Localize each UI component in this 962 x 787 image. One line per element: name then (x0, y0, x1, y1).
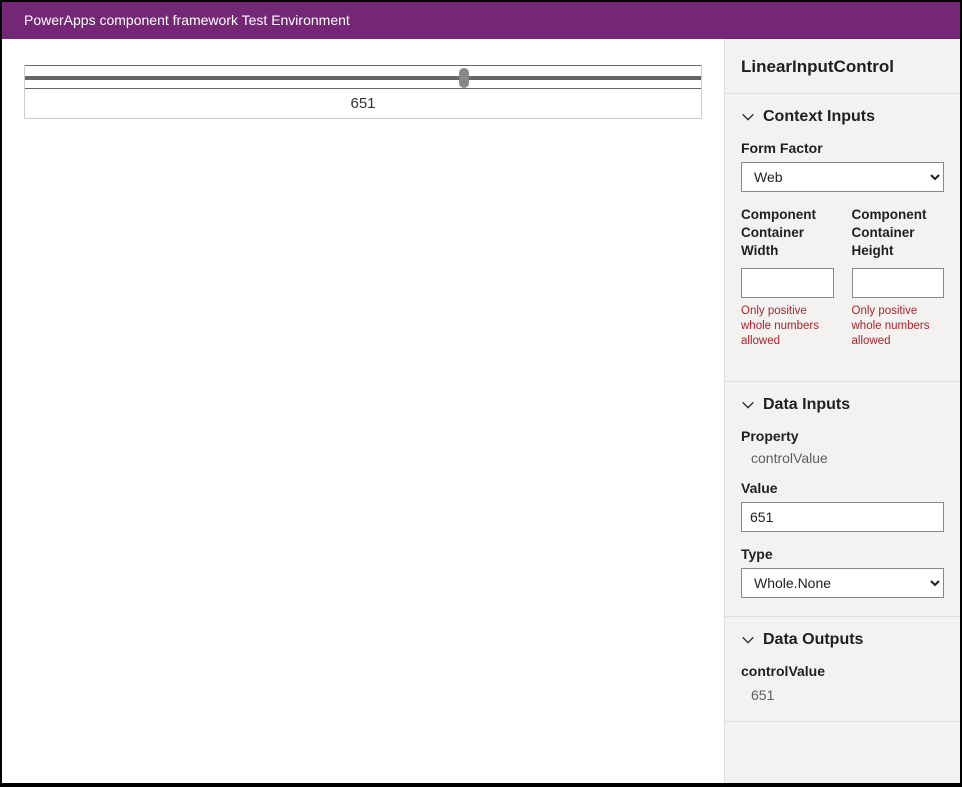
slider-thumb[interactable] (459, 68, 469, 88)
section-context-inputs: Context Inputs Form Factor Web Component… (725, 94, 960, 382)
container-width-label: Component Container Width (741, 206, 834, 262)
chevron-down-icon (741, 398, 755, 412)
container-height-error: Only positive whole numbers allowed (852, 304, 945, 349)
slider-value-label: 651 (25, 89, 701, 118)
container-height-input[interactable] (852, 268, 945, 298)
container-height-label: Component Container Height (852, 206, 945, 262)
slider-track[interactable] (25, 65, 701, 89)
field-form-factor: Form Factor Web (741, 140, 944, 192)
type-label: Type (741, 546, 944, 562)
section-data-outputs: Data Outputs controlValue 651 (725, 617, 960, 722)
container-width-input[interactable] (741, 268, 834, 298)
output-controlvalue-value: 651 (741, 687, 944, 703)
panel-title: LinearInputControl (725, 39, 960, 94)
value-label: Value (741, 480, 944, 496)
chevron-down-icon (741, 633, 755, 647)
content-area: 651 LinearInputControl Context Inputs Fo… (2, 39, 960, 783)
container-width-error: Only positive whole numbers allowed (741, 304, 834, 349)
field-value: Value (741, 480, 944, 532)
field-container-height: Component Container Height Only positive… (852, 206, 945, 363)
section-header-data-inputs[interactable]: Data Inputs (741, 396, 944, 414)
section-data-inputs: Data Inputs Property controlValue Value … (725, 382, 960, 617)
form-factor-label: Form Factor (741, 140, 944, 156)
linear-input-control: 651 (24, 65, 702, 119)
app-window: PowerApps component framework Test Envir… (2, 2, 960, 783)
section-title-data-outputs: Data Outputs (763, 631, 863, 649)
property-value: controlValue (741, 450, 944, 466)
field-type: Type Whole.None (741, 546, 944, 598)
section-header-data-outputs[interactable]: Data Outputs (741, 631, 944, 649)
type-select[interactable]: Whole.None (741, 568, 944, 598)
slider-rail (25, 76, 701, 80)
main-canvas: 651 (2, 39, 724, 783)
field-output-controlvalue: controlValue 651 (741, 663, 944, 703)
field-container-width: Component Container Width Only positive … (741, 206, 834, 349)
property-label: Property (741, 428, 944, 444)
section-header-context[interactable]: Context Inputs (741, 108, 944, 126)
titlebar: PowerApps component framework Test Envir… (2, 2, 960, 39)
section-title-context: Context Inputs (763, 108, 875, 126)
section-title-data-inputs: Data Inputs (763, 396, 850, 414)
form-factor-select[interactable]: Web (741, 162, 944, 192)
properties-panel: LinearInputControl Context Inputs Form F… (724, 39, 960, 783)
output-controlvalue-label: controlValue (741, 663, 944, 679)
chevron-down-icon (741, 110, 755, 124)
value-input[interactable] (741, 502, 944, 532)
field-property: Property controlValue (741, 428, 944, 466)
